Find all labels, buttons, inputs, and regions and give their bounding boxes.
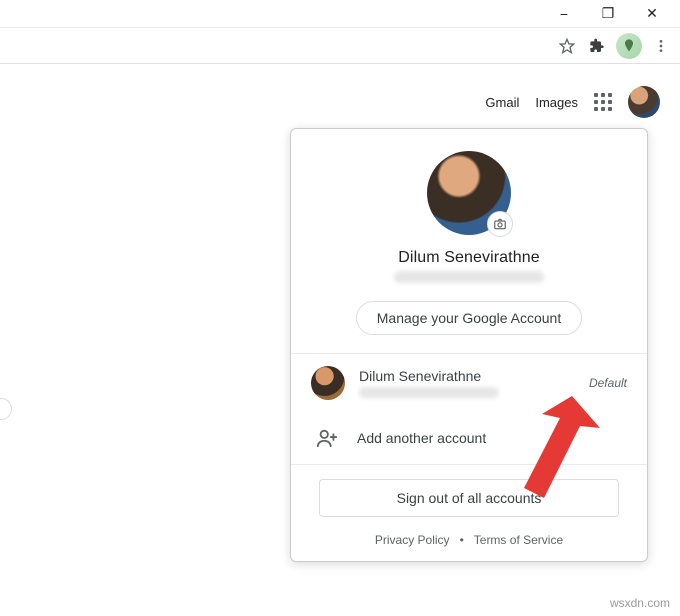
google-apps-icon[interactable] (594, 93, 612, 111)
avatar-image (311, 366, 345, 400)
account-header: Dilum Senevirathne Manage your Google Ac… (291, 129, 647, 353)
manage-account-button[interactable]: Manage your Google Account (356, 301, 582, 335)
window-maximize-button[interactable]: ❐ (586, 0, 630, 28)
images-link[interactable]: Images (535, 95, 578, 110)
star-icon[interactable] (556, 35, 578, 57)
decoration (0, 398, 12, 420)
camera-icon[interactable] (487, 211, 513, 237)
terms-link[interactable]: Terms of Service (474, 533, 563, 547)
window-titlebar: − ❐ ✕ (0, 0, 680, 28)
ntp-header: Gmail Images (0, 82, 680, 122)
default-badge: Default (589, 376, 627, 390)
add-account-label: Add another account (357, 430, 486, 446)
person-add-icon (315, 426, 339, 450)
add-account-row[interactable]: Add another account (291, 412, 647, 464)
browser-profile-avatar[interactable] (616, 33, 642, 59)
account-avatar (427, 151, 511, 235)
separator-dot: • (460, 533, 464, 547)
account-switcher-popup: Dilum Senevirathne Manage your Google Ac… (290, 128, 648, 562)
window-close-button[interactable]: ✕ (630, 0, 674, 28)
popup-footer: Privacy Policy • Terms of Service (291, 521, 647, 547)
account-avatar-button[interactable] (628, 86, 660, 118)
account-name: Dilum Senevirathne (359, 368, 575, 384)
account-email (394, 271, 544, 283)
extensions-icon[interactable] (586, 35, 608, 57)
chrome-menu-icon[interactable] (650, 35, 672, 57)
account-name: Dilum Senevirathne (398, 249, 539, 267)
gmail-link[interactable]: Gmail (485, 95, 519, 110)
sign-out-button[interactable]: Sign out of all accounts (319, 479, 619, 517)
browser-toolbar (0, 28, 680, 64)
window-minimize-button[interactable]: − (542, 0, 586, 28)
watermark: wsxdn.com (610, 596, 670, 610)
account-email (359, 387, 499, 398)
other-account-row[interactable]: Dilum Senevirathne Default (291, 354, 647, 412)
privacy-link[interactable]: Privacy Policy (375, 533, 450, 547)
account-text: Dilum Senevirathne (359, 368, 575, 398)
signout-wrap: Sign out of all accounts (291, 465, 647, 521)
